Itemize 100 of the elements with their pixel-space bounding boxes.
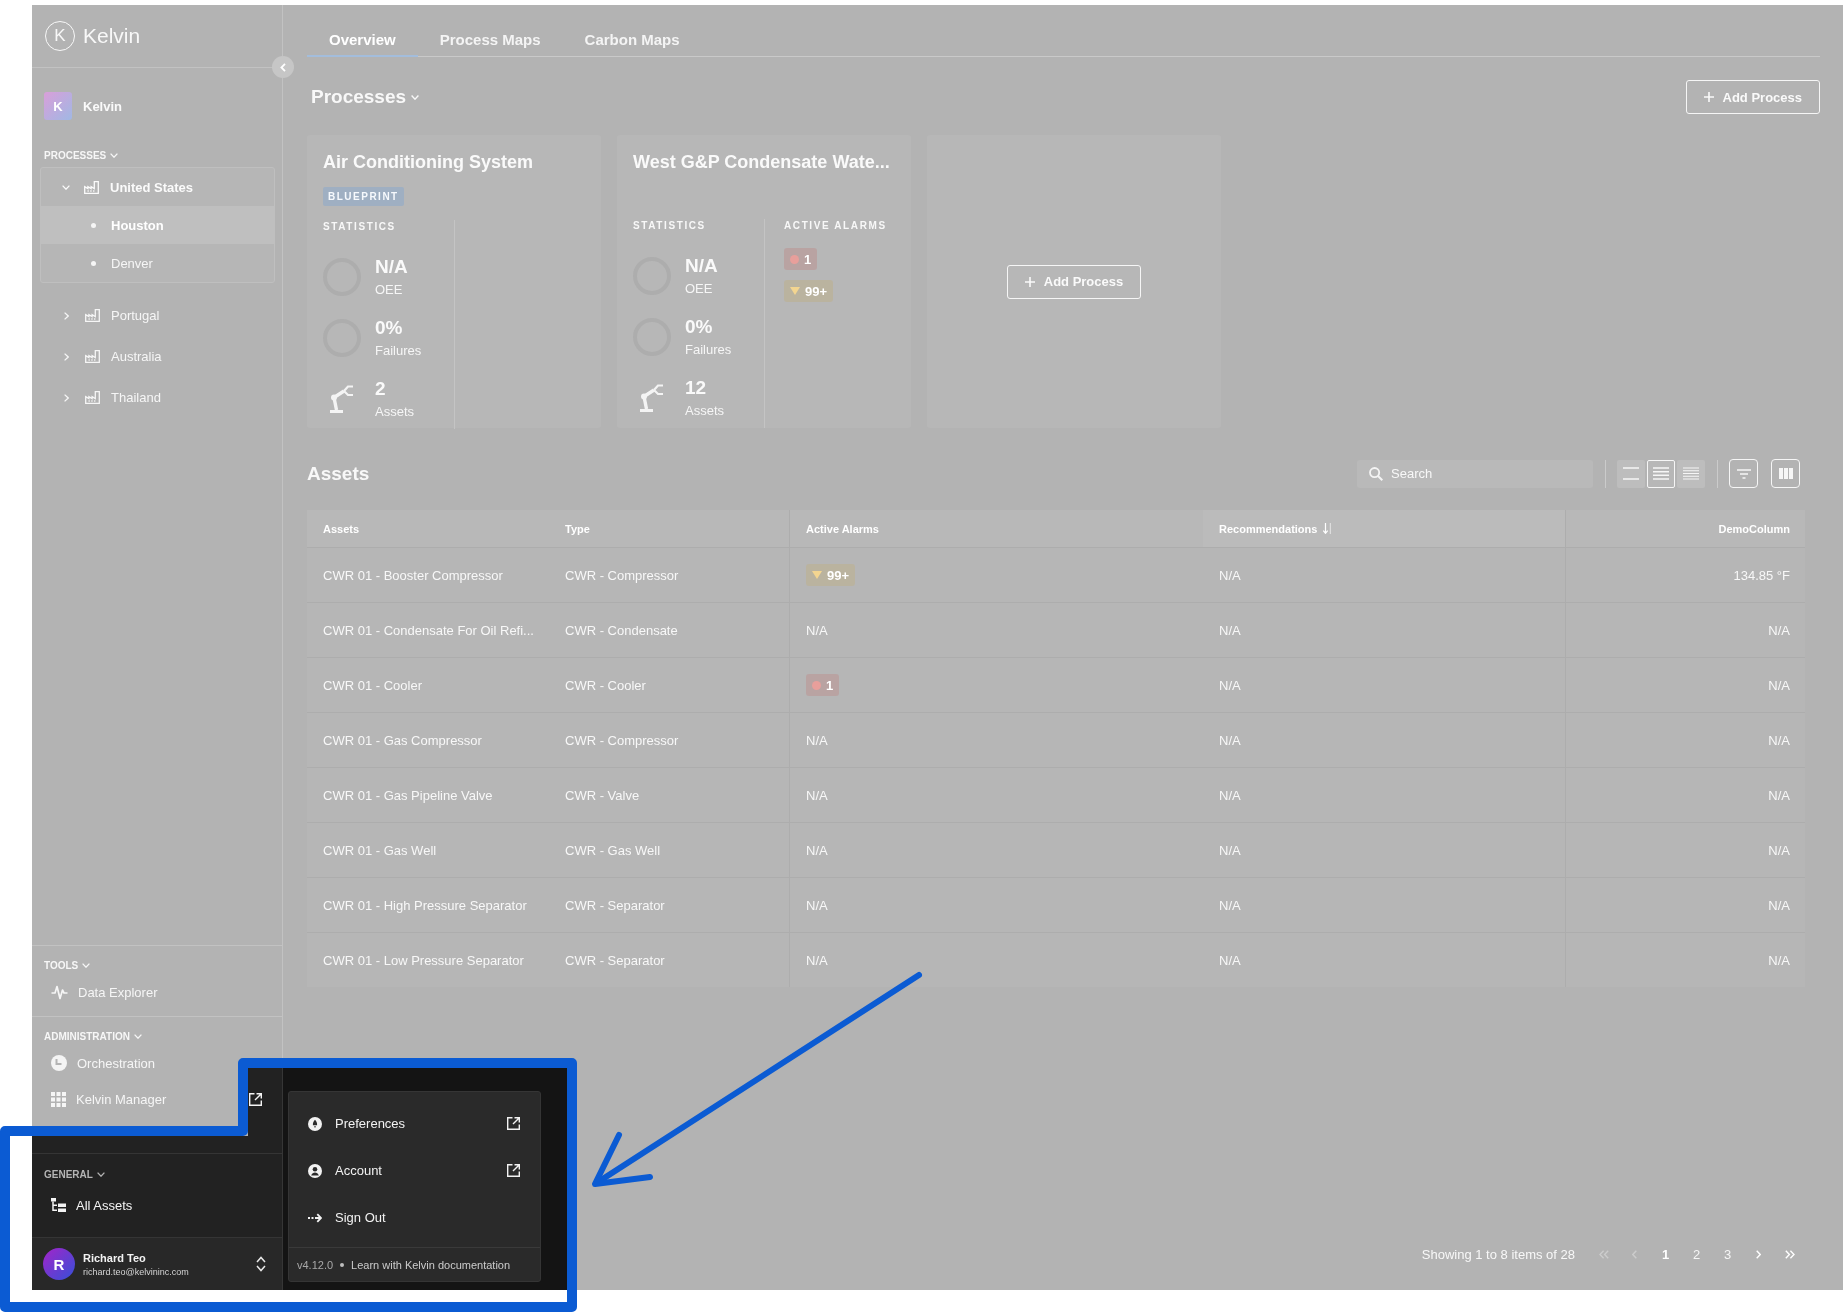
rows-icon: [1653, 467, 1669, 480]
menu-item[interactable]: Sign Out: [289, 1194, 540, 1241]
demo-value: N/A: [1768, 897, 1790, 913]
processes-dropdown[interactable]: Processes: [311, 86, 420, 108]
search-field[interactable]: Search: [1357, 459, 1593, 488]
asset-name: CWR 01 - Gas Compressor: [323, 732, 482, 748]
demo-value: N/A: [1768, 732, 1790, 748]
filter-button[interactable]: [1729, 459, 1758, 488]
asset-type: CWR - Separator: [565, 897, 665, 913]
demo-value: N/A: [1768, 677, 1790, 693]
process-card[interactable]: West G&P Condensate Wate... STATISTICS N/A OEE 0% Failures 12 Assets ACTIVE ALARMS 1 99+: [617, 135, 911, 428]
recommendation-text: N/A: [1219, 677, 1241, 693]
dot-icon: [340, 1262, 345, 1267]
account-switcher[interactable]: R Richard Teo richard.teo@kelvininc.com: [32, 1237, 282, 1290]
grid-icon: [51, 1091, 66, 1107]
alarm-text: N/A: [806, 842, 828, 858]
menu-item[interactable]: Preferences: [289, 1100, 540, 1147]
column-header[interactable]: Assets: [307, 510, 549, 547]
tree-item[interactable]: Denver: [41, 244, 274, 282]
stat-label: Failures: [685, 341, 732, 358]
tree-item[interactable]: Australia: [32, 336, 282, 377]
page-button[interactable]: 1: [1650, 1240, 1681, 1268]
nav-item[interactable]: All Assets: [51, 1187, 133, 1223]
asset-name: CWR 01 - Gas Well: [323, 842, 437, 858]
card-title: Air Conditioning System: [323, 151, 533, 174]
factory-icon: [85, 309, 100, 322]
stat-label: Assets: [685, 402, 724, 419]
section-title: Assets: [307, 462, 370, 485]
section-header[interactable]: ADMINISTRATION: [44, 1027, 142, 1045]
alarm-count: 99+: [827, 567, 850, 583]
nav-item[interactable]: Data Explorer: [51, 974, 158, 1010]
factory-icon: [85, 350, 100, 363]
tab[interactable]: Overview: [307, 23, 418, 57]
process-tag: BLUEPRINT: [323, 187, 404, 206]
density-button[interactable]: [1677, 459, 1705, 488]
tab[interactable]: Process Maps: [417, 23, 563, 57]
density-button[interactable]: [1647, 459, 1675, 488]
alert-dot-icon: [790, 254, 799, 264]
user-email: richard.teo@kelvininc.com: [83, 1266, 189, 1277]
section-header[interactable]: PROCESSES: [44, 146, 119, 164]
chevron-left-icon: [1632, 1249, 1637, 1259]
section-header[interactable]: GENERAL: [44, 1165, 105, 1183]
double-chevron-right-icon: [1784, 1249, 1795, 1259]
recommendation-text: N/A: [1219, 567, 1241, 583]
alarm-text: N/A: [806, 787, 828, 803]
documentation-link[interactable]: Learn with Kelvin documentation: [351, 1258, 511, 1271]
stat-label: Assets: [375, 403, 414, 420]
logo-text: Kelvin: [83, 24, 141, 48]
double-chevron-left-icon: [1598, 1249, 1609, 1259]
asset-type: CWR - Compressor: [565, 567, 679, 583]
nav-item[interactable]: Orchestration: [51, 1045, 156, 1081]
add-process-button[interactable]: Add Process: [1685, 80, 1820, 114]
nav-item[interactable]: Kelvin Manager: [51, 1081, 167, 1117]
tree-item[interactable]: United States: [41, 168, 274, 206]
search-icon: [1369, 466, 1383, 481]
factory-icon: [84, 180, 99, 194]
rows-icon: [1623, 467, 1639, 480]
alarm-count: 1: [826, 677, 834, 693]
version-text: v4.12.0: [297, 1258, 334, 1271]
recommendation-text: N/A: [1219, 952, 1241, 968]
plus-icon: [1703, 92, 1714, 102]
user-avatar: R: [43, 1248, 75, 1280]
stat-value: 0%: [685, 315, 714, 338]
alarm-text: N/A: [806, 897, 828, 913]
stat-value: 2: [375, 377, 387, 400]
stat-label: OEE: [375, 281, 404, 298]
column-header[interactable]: DemoColumn: [1565, 510, 1805, 547]
alert-dot-icon: [812, 680, 821, 690]
menu-item[interactable]: Account: [289, 1147, 540, 1194]
asset-type: CWR - Valve: [565, 787, 640, 803]
page-button[interactable]: 3: [1712, 1240, 1743, 1268]
warning-triangle-icon: [790, 287, 800, 295]
clock-icon: [51, 1055, 67, 1071]
density-button[interactable]: [1617, 459, 1645, 488]
section-header[interactable]: TOOLS: [44, 956, 91, 974]
asset-type: CWR - Condensate: [565, 622, 678, 638]
collapse-button[interactable]: [272, 56, 294, 78]
chevron-down-icon: [411, 94, 420, 100]
add-process-button[interactable]: Add Process: [1006, 264, 1142, 299]
workspace-button[interactable]: K Kelvin: [44, 92, 122, 120]
tree-item[interactable]: Portugal: [32, 295, 282, 336]
tree-item[interactable]: Thailand: [32, 377, 282, 418]
tree-item[interactable]: Houston: [41, 206, 274, 244]
tab[interactable]: Carbon Maps: [562, 23, 702, 57]
columns-button[interactable]: [1771, 459, 1800, 488]
column-header[interactable]: Type: [549, 510, 789, 547]
up-down-chevron-icon: [256, 1256, 266, 1272]
recommendation-text: N/A: [1219, 787, 1241, 803]
arrow-right-icon: [308, 1212, 322, 1223]
dot-icon: [91, 222, 96, 228]
alarm-count: 99+: [805, 283, 828, 299]
sort-icon: [1323, 523, 1332, 534]
rows-icon: [1683, 467, 1699, 480]
columns-icon: [1778, 468, 1793, 479]
alarm-text: N/A: [806, 622, 828, 638]
section-label: STATISTICS: [633, 219, 707, 233]
process-card[interactable]: Air Conditioning System BLUEPRINT STATISTICS N/A OEE 0% Failures 2 Assets: [307, 135, 601, 428]
stat-label: Failures: [375, 342, 422, 359]
page-button[interactable]: 2: [1681, 1240, 1712, 1268]
asset-name: CWR 01 - Condensate For Oil Refi...: [323, 622, 534, 638]
